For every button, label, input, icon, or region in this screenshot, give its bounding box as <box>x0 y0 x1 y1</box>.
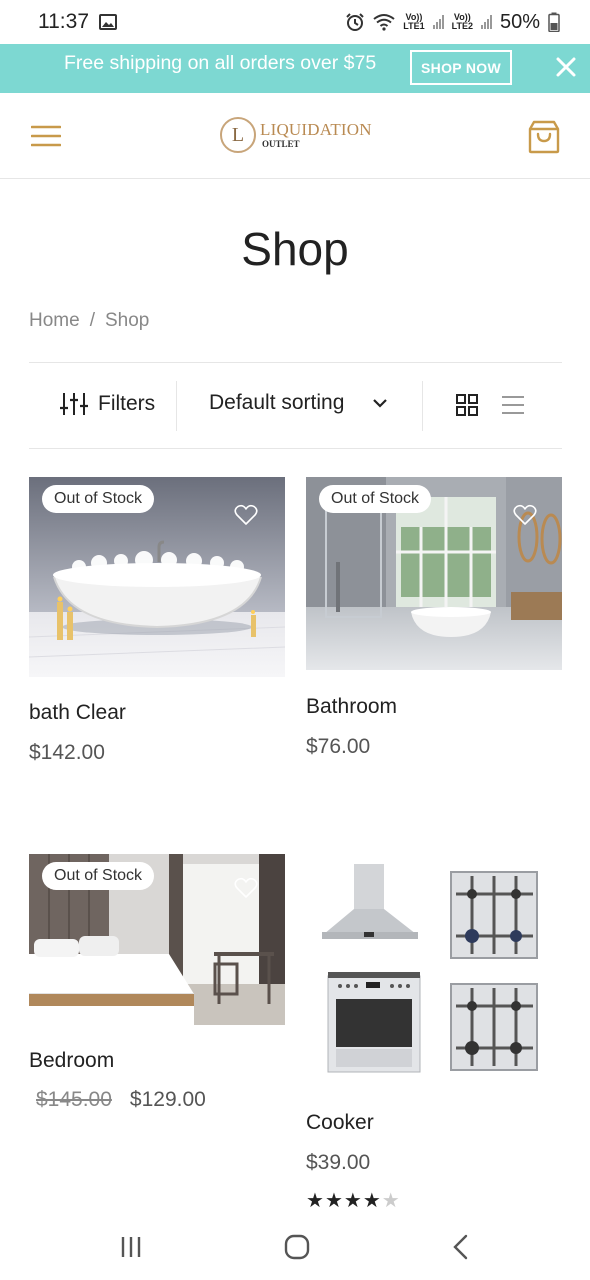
price: $39.00 <box>306 1151 371 1174</box>
star-filled-icon: ★ <box>343 1190 363 1212</box>
product-image[interactable]: Out of Stock <box>29 477 285 677</box>
site-header: L LIQUIDATION OUTLET <box>0 93 590 179</box>
hamburger-icon[interactable] <box>31 124 61 148</box>
product-price: $76.00 <box>306 735 370 759</box>
home-icon[interactable] <box>282 1232 312 1262</box>
product-price: $142.00 <box>29 741 105 765</box>
sim2-indicator: Vo)) LTE2 <box>451 12 473 31</box>
sim1-indicator: Vo)) LTE1 <box>403 12 425 31</box>
grid-view-icon[interactable] <box>456 394 478 416</box>
shopping-bag-icon[interactable] <box>528 120 560 154</box>
alarm-icon <box>346 13 364 31</box>
heart-icon[interactable] <box>234 504 258 526</box>
breadcrumb-separator: / <box>89 310 95 331</box>
heart-icon[interactable] <box>234 877 258 899</box>
sorting-select[interactable]: Default sorting <box>209 391 388 415</box>
product-price: $39.00 <box>306 1151 370 1175</box>
site-logo[interactable]: L LIQUIDATION OUTLET <box>220 117 372 153</box>
product-card[interactable]: Out of Stock Bathroom $76.00 <box>306 477 562 787</box>
signal-icon <box>480 15 492 29</box>
product-image[interactable]: Out of Stock <box>29 854 285 1025</box>
breadcrumb-current: Shop <box>104 310 150 331</box>
battery-level: 50% <box>499 10 540 33</box>
promo-banner: Free shipping on all orders over $75 SHO… <box>0 44 590 93</box>
product-image[interactable] <box>306 854 562 1084</box>
battery-icon <box>548 12 560 32</box>
cooker-image <box>306 854 562 1084</box>
close-icon[interactable] <box>554 55 578 79</box>
product-name[interactable]: bath Clear <box>29 701 126 725</box>
star-filled-icon: ★ <box>324 1190 344 1212</box>
out-of-stock-badge: Out of Stock <box>319 485 432 513</box>
filters-label: Filters <box>98 392 156 415</box>
breadcrumb-home-link[interactable]: Home <box>29 310 80 332</box>
star-filled-icon: ★ <box>306 1190 325 1212</box>
sliders-icon <box>60 393 88 415</box>
logo-title: LIQUIDATION <box>260 120 372 139</box>
sale-price: $129.00 <box>129 1088 206 1111</box>
out-of-stock-badge: Out of Stock <box>42 485 155 513</box>
page-title: Shop <box>241 223 349 275</box>
shop-toolbar: Filters Default sorting <box>29 362 562 449</box>
star-filled-icon: ★ <box>362 1190 382 1212</box>
heart-icon[interactable] <box>513 504 537 526</box>
chevron-down-icon <box>373 399 388 408</box>
product-card[interactable]: Cooker $39.00 ★★★★★ <box>306 854 562 1218</box>
product-name[interactable]: Cooker <box>306 1111 374 1135</box>
out-of-stock-badge: Out of Stock <box>42 862 155 890</box>
shop-now-button[interactable]: SHOP NOW <box>410 50 512 85</box>
logo-mark: L <box>220 117 256 153</box>
old-price: $145.00 <box>36 1088 112 1111</box>
filters-button[interactable]: Filters <box>60 392 155 416</box>
price: $142.00 <box>29 741 105 764</box>
product-card[interactable]: Out of Stock bath Clear $142.00 <box>29 477 285 787</box>
price: $76.00 <box>306 735 371 758</box>
product-name[interactable]: Bedroom <box>29 1049 114 1073</box>
gallery-notification-icon <box>99 14 117 30</box>
back-icon[interactable] <box>446 1232 476 1262</box>
sorting-label: Default sorting <box>209 391 345 414</box>
product-card[interactable]: Out of Stock Bedroom $145.00 $129.00 <box>29 854 285 1124</box>
product-price: $145.00 $129.00 <box>36 1088 206 1112</box>
promo-text: Free shipping on all orders over $75 <box>64 52 377 74</box>
clock: 11:37 <box>38 10 89 33</box>
star-empty-icon: ★ <box>381 1190 401 1212</box>
logo-subtitle: OUTLET <box>262 139 300 149</box>
star-rating: ★★★★★ <box>306 1188 401 1213</box>
product-image[interactable]: Out of Stock <box>306 477 562 670</box>
status-bar: 11:37 Vo)) LTE1 Vo)) LTE2 50% <box>0 0 590 44</box>
signal-icon <box>432 15 444 29</box>
breadcrumb: Home / Shop <box>29 310 149 332</box>
list-view-icon[interactable] <box>502 395 524 415</box>
system-navigation-bar <box>0 1218 590 1280</box>
recent-apps-icon[interactable] <box>116 1232 146 1262</box>
product-name[interactable]: Bathroom <box>306 695 397 719</box>
wifi-icon <box>373 14 395 31</box>
